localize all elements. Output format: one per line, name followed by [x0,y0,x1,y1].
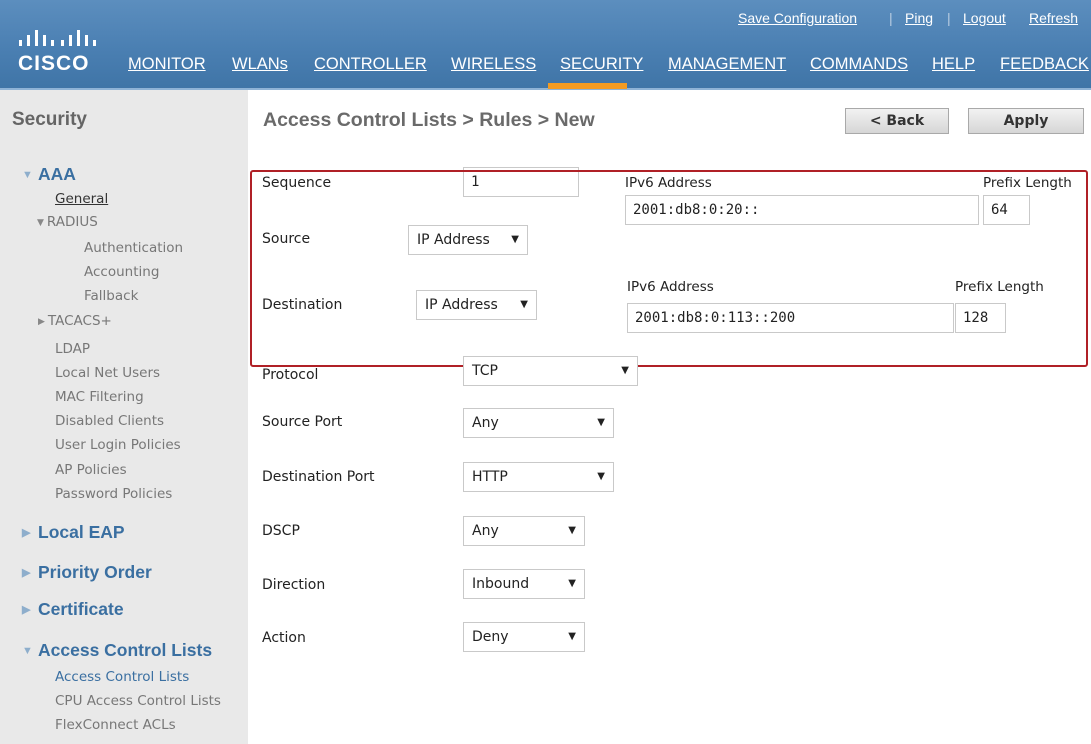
sidebar-item-ap-policies[interactable]: AP Policies [55,462,127,478]
nav-commands[interactable]: COMMANDS [810,55,908,74]
expanded-triangle-icon: ▼ [22,645,33,657]
nav-wireless[interactable]: WIRELESS [451,55,536,74]
dropdown-arrow-icon: ▼ [511,234,519,245]
sidebar-item-mac-filtering[interactable]: MAC Filtering [55,389,144,405]
action-label: Action [262,630,306,646]
sidebar-item-accounting[interactable]: Accounting [84,264,159,280]
dropdown-arrow-icon: ▼ [597,471,605,482]
sidebar-section-label: Local EAP [38,522,125,542]
nav-security[interactable]: SECURITY [560,55,643,74]
collapsed-triangle-icon: ▶ [22,527,31,539]
nav-monitor[interactable]: MONITOR [128,55,206,74]
sidebar-item-tacacs[interactable]: ▶ TACACS+ [38,313,112,329]
source-ipv6-label: IPv6 Address [625,175,712,191]
nav-management[interactable]: MANAGEMENT [668,55,786,74]
sidebar-section-access-control-lists[interactable]: ▼ Access Control Lists [22,640,212,661]
link-separator: | [889,10,893,26]
dropdown-arrow-icon: ▼ [621,365,629,376]
destination-prefix-input[interactable]: 128 [955,303,1006,333]
back-button[interactable]: < Back [845,108,949,134]
sidebar-item-user-login-policies[interactable]: User Login Policies [55,437,181,453]
sidebar-item-cpu-acls[interactable]: CPU Access Control Lists [55,693,221,709]
apply-button[interactable]: Apply [968,108,1084,134]
ping-link[interactable]: Ping [905,10,933,26]
sidebar-section-local-eap[interactable]: ▶ Local EAP [22,522,125,543]
active-tab-indicator [548,83,627,89]
sidebar-item-label: RADIUS [46,214,98,230]
dscp-select[interactable]: Any ▼ [463,516,585,546]
sidebar-item-disabled-clients[interactable]: Disabled Clients [55,413,164,429]
refresh-link[interactable]: Refresh [1029,10,1078,26]
sidebar-section-priority-order[interactable]: ▶ Priority Order [22,562,152,583]
sidebar-section-label: AAA [38,164,76,184]
sidebar-item-password-policies[interactable]: Password Policies [55,486,172,502]
source-port-label: Source Port [262,414,343,430]
dropdown-arrow-icon: ▼ [568,525,576,536]
destination-label: Destination [262,297,343,313]
collapsed-triangle-icon: ▶ [22,604,31,616]
select-value: Inbound [472,576,530,592]
expanded-triangle-icon: ▼ [37,218,44,228]
sidebar-section-aaa[interactable]: ▼ AAA [22,164,76,185]
dropdown-arrow-icon: ▼ [520,299,528,310]
sidebar-title: Security [12,109,87,130]
source-prefix-label: Prefix Length [983,175,1072,191]
nav-feedback[interactable]: FEEDBACK [1000,55,1089,74]
dropdown-arrow-icon: ▼ [597,417,605,428]
sidebar-item-flexconnect-acls[interactable]: FlexConnect ACLs [55,717,176,733]
source-ipv6-input[interactable]: 2001:db8:0:20:: [625,195,979,225]
destination-port-label: Destination Port [262,469,375,485]
sidebar-section-label: Access Control Lists [38,640,213,660]
source-label: Source [262,231,311,247]
save-configuration-link[interactable]: Save Configuration [738,10,857,26]
sidebar-section-label: Certificate [38,599,124,619]
direction-select[interactable]: Inbound ▼ [463,569,585,599]
source-port-select[interactable]: Any ▼ [463,408,614,438]
destination-prefix-label: Prefix Length [955,279,1044,295]
action-select[interactable]: Deny ▼ [463,622,585,652]
destination-ipv6-input[interactable]: 2001:db8:0:113::200 [627,303,954,333]
cisco-logo-text: CISCO [18,52,90,75]
nav-help[interactable]: HELP [932,55,975,74]
sidebar-section-label: Priority Order [38,562,152,582]
link-separator: | [947,10,951,26]
sidebar-item-radius[interactable]: ▼ RADIUS [37,214,98,230]
select-value: Any [472,523,499,539]
sidebar-section-certificate[interactable]: ▶ Certificate [22,599,124,620]
sidebar-item-authentication[interactable]: Authentication [84,240,183,256]
cisco-logo-icon [19,30,96,46]
destination-type-select[interactable]: IP Address ▼ [416,290,537,320]
sidebar-item-general[interactable]: General [55,191,108,207]
select-value: Any [472,415,499,431]
source-prefix-input[interactable]: 64 [983,195,1030,225]
dropdown-arrow-icon: ▼ [568,578,576,589]
sidebar-item-fallback[interactable]: Fallback [84,288,138,304]
destination-port-select[interactable]: HTTP ▼ [463,462,614,492]
dropdown-arrow-icon: ▼ [568,631,576,642]
select-value: HTTP [472,469,508,485]
select-value: IP Address [417,232,490,248]
nav-wlans[interactable]: WLANs [232,55,288,74]
protocol-select[interactable]: TCP ▼ [463,356,638,386]
sidebar-item-access-control-lists[interactable]: Access Control Lists [55,669,189,685]
select-value: IP Address [425,297,498,313]
dscp-label: DSCP [262,523,300,539]
logout-link[interactable]: Logout [963,10,1006,26]
source-type-select[interactable]: IP Address ▼ [408,225,528,255]
nav-controller[interactable]: CONTROLLER [314,55,427,74]
collapsed-triangle-icon: ▶ [22,567,31,579]
sidebar-item-ldap[interactable]: LDAP [55,341,90,357]
sidebar-item-label: TACACS+ [47,313,112,329]
destination-ipv6-label: IPv6 Address [627,279,714,295]
sidebar-item-local-net-users[interactable]: Local Net Users [55,365,160,381]
expanded-triangle-icon: ▼ [22,169,33,181]
select-value: TCP [472,363,498,379]
direction-label: Direction [262,577,326,593]
collapsed-triangle-icon: ▶ [38,317,45,327]
page-title: Access Control Lists > Rules > New [263,109,595,131]
select-value: Deny [472,629,509,645]
protocol-label: Protocol [262,367,319,383]
